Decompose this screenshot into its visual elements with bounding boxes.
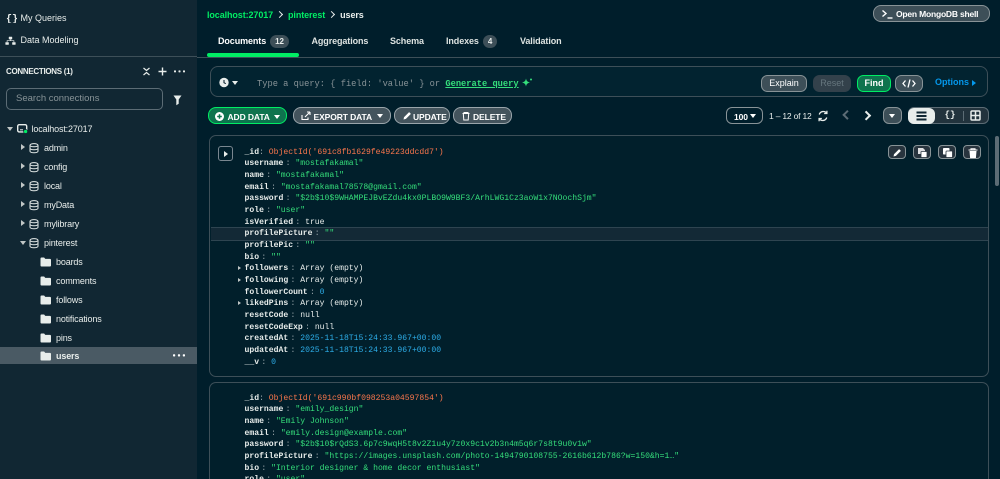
svg-text:{}: {} xyxy=(6,14,17,24)
